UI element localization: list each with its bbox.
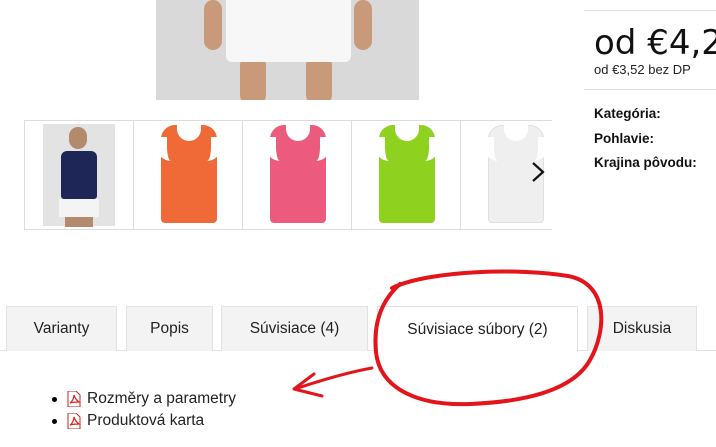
tank-top-lime <box>375 123 439 223</box>
list-item: Produktová karta <box>52 410 236 432</box>
thumbnail-orange[interactable] <box>134 121 243 229</box>
thumbnail-strip <box>24 120 552 230</box>
thumbnail-pink[interactable] <box>243 121 352 229</box>
attribute-origin-label: Krajina pôvodu: <box>594 155 697 170</box>
tab-suvisiace[interactable]: Súvisiace (4) <box>221 306 368 351</box>
tab-diskusia[interactable]: Diskusia <box>587 306 697 351</box>
image-arm-left <box>204 0 222 50</box>
annotation-arrow-line <box>296 366 374 390</box>
bullet <box>52 418 57 424</box>
model-top <box>61 151 97 199</box>
main-product-image[interactable] <box>156 0 419 100</box>
pdf-icon <box>67 412 81 430</box>
model-legs <box>65 217 93 227</box>
model-skirt <box>59 199 99 217</box>
pdf-icon <box>67 390 81 408</box>
model-head <box>69 127 87 149</box>
price-box: od €4,2 od €3,52 bez DP <box>584 10 716 90</box>
tank-top-pink <box>266 123 330 223</box>
image-skirt <box>226 0 351 62</box>
file-link-rozmery[interactable]: Rozměry a parametry <box>87 390 236 408</box>
attribute-gender-label: Pohlavie: <box>594 131 655 146</box>
annotation-arrow-head <box>292 372 324 398</box>
chevron-right-icon[interactable] <box>526 158 550 186</box>
tab-suvisiace-subory[interactable]: Súvisiace súbory (2) <box>377 306 578 352</box>
tab-popis[interactable]: Popis <box>126 306 213 351</box>
image-arm-right <box>354 0 372 50</box>
tank-top-orange <box>157 123 221 223</box>
file-link-produktova-karta[interactable]: Produktová karta <box>87 412 204 430</box>
list-item: Rozměry a parametry <box>52 388 236 410</box>
price-main: od €4,2 <box>594 23 716 63</box>
thumbnail-model[interactable] <box>25 121 134 229</box>
bullet <box>52 396 57 402</box>
related-files-list: Rozměry a parametry Produktová karta <box>52 388 236 432</box>
price-without-vat: od €3,52 bez DP <box>594 62 691 77</box>
attribute-category-label: Kategória: <box>594 106 661 121</box>
thumbnail-lime[interactable] <box>352 121 461 229</box>
tab-varianty[interactable]: Varianty <box>6 306 117 351</box>
